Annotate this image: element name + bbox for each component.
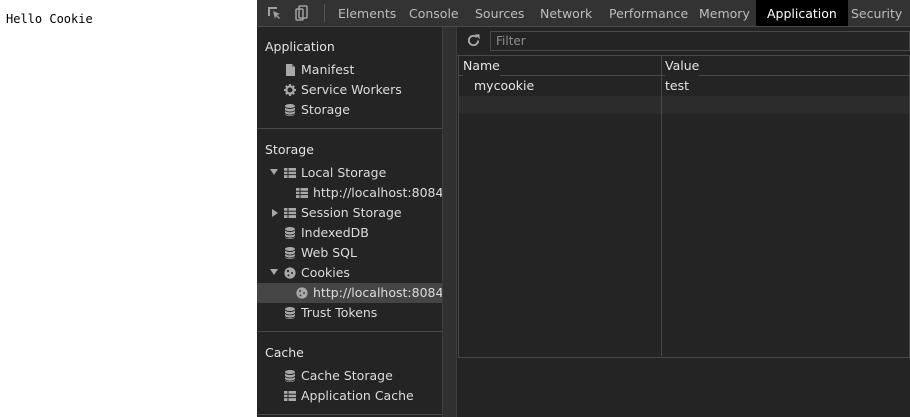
devtools-tabbar: Elements Console Sources Network Perform…	[257, 0, 910, 27]
cookie-name-cell[interactable]: mycookie	[474, 77, 534, 95]
database-icon	[284, 247, 296, 259]
filter-input[interactable]	[490, 31, 910, 51]
cookies-view: Name Value mycookie test	[457, 27, 910, 417]
tab-sources[interactable]: Sources	[475, 0, 524, 26]
document-icon	[286, 64, 295, 76]
sidebar-item-label: Trust Tokens	[301, 305, 378, 320]
grid-table-icon	[296, 188, 308, 198]
column-divider[interactable]	[661, 56, 662, 356]
database-icon	[284, 104, 296, 116]
tab-memory[interactable]: Memory	[699, 0, 750, 26]
database-icon	[284, 307, 296, 319]
tab-separator	[324, 4, 325, 22]
expand-triangle-icon[interactable]	[270, 169, 278, 175]
section-title-cache: Cache	[265, 345, 304, 360]
sidebar-item-label: http://localhost:8084	[313, 285, 444, 300]
cookie-value-cell[interactable]: test	[665, 77, 689, 95]
sidebar-item-cookies-origin[interactable]: http://localhost:8084	[257, 283, 444, 303]
refresh-icon[interactable]	[466, 33, 481, 48]
column-header-name[interactable]: Name	[463, 56, 500, 76]
tab-console[interactable]: Console	[409, 0, 459, 26]
sidebar-item-application-cache[interactable]: Application Cache	[257, 386, 442, 406]
cookie-preview-pane	[457, 358, 910, 417]
inspect-element-icon[interactable]	[266, 5, 282, 21]
sidebar-item-label: Storage	[301, 102, 350, 117]
sidebar-item-service-workers[interactable]: Service Workers	[257, 80, 442, 100]
section-divider	[257, 414, 442, 415]
sidebar-item-storage-overview[interactable]: Storage	[257, 100, 442, 120]
sidebar-item-local-storage[interactable]: Local Storage	[257, 163, 442, 183]
sidebar-item-label: Application Cache	[301, 388, 414, 403]
sidebar-item-indexeddb[interactable]: IndexedDB	[257, 223, 442, 243]
grid-table-icon	[284, 208, 296, 218]
grid-table-icon	[284, 391, 296, 401]
sidebar-item-local-storage-origin[interactable]: http://localhost:8084	[257, 183, 444, 203]
cookies-table: Name Value mycookie test	[458, 56, 910, 358]
inspected-page: Hello Cookie	[0, 0, 257, 417]
sidebar-item-label: http://localhost:8084	[313, 185, 444, 200]
cookie-icon	[284, 267, 296, 279]
tab-performance[interactable]: Performance	[609, 0, 688, 26]
application-sidebar: Application Manifest Service Workers Sto…	[257, 27, 444, 417]
page-text: Hello Cookie	[6, 12, 93, 26]
expand-triangle-icon[interactable]	[272, 209, 278, 217]
sidebar-item-label: Local Storage	[301, 165, 387, 180]
sidebar-item-label: Session Storage	[301, 205, 402, 220]
sidebar-item-cookies[interactable]: Cookies	[257, 263, 442, 283]
sidebar-item-label: Service Workers	[301, 82, 402, 97]
grid-table-icon	[284, 168, 296, 178]
section-title-application: Application	[265, 39, 335, 54]
sidebar-item-label: Web SQL	[301, 245, 357, 260]
sidebar-resizer[interactable]	[442, 27, 457, 417]
devtools-panel: Elements Console Sources Network Perform…	[257, 0, 910, 417]
sidebar-item-label: IndexedDB	[301, 225, 369, 240]
sidebar-item-web-sql[interactable]: Web SQL	[257, 243, 442, 263]
column-header-value[interactable]: Value	[665, 56, 700, 76]
sidebar-item-session-storage[interactable]: Session Storage	[257, 203, 442, 223]
database-icon	[284, 227, 296, 239]
sidebar-item-manifest[interactable]: Manifest	[257, 60, 442, 80]
database-icon	[284, 370, 296, 382]
tab-security[interactable]: Security	[851, 0, 902, 26]
tab-network[interactable]: Network	[540, 0, 592, 26]
section-divider	[257, 128, 442, 129]
expand-triangle-icon[interactable]	[270, 269, 278, 275]
section-divider	[257, 331, 442, 332]
gear-icon	[284, 84, 296, 96]
sidebar-item-cache-storage[interactable]: Cache Storage	[257, 366, 442, 386]
cookies-toolbar	[457, 27, 910, 56]
sidebar-item-label: Manifest	[301, 62, 355, 77]
tab-elements[interactable]: Elements	[338, 0, 396, 26]
device-toolbar-icon[interactable]	[293, 5, 309, 21]
sidebar-item-label: Cookies	[301, 265, 350, 280]
cookie-icon	[296, 287, 308, 299]
table-row-stripe	[459, 96, 909, 114]
tab-application[interactable]: Application	[756, 0, 848, 26]
sidebar-item-label: Cache Storage	[301, 368, 393, 383]
sidebar-item-trust-tokens[interactable]: Trust Tokens	[257, 303, 442, 323]
section-title-storage: Storage	[265, 142, 314, 157]
